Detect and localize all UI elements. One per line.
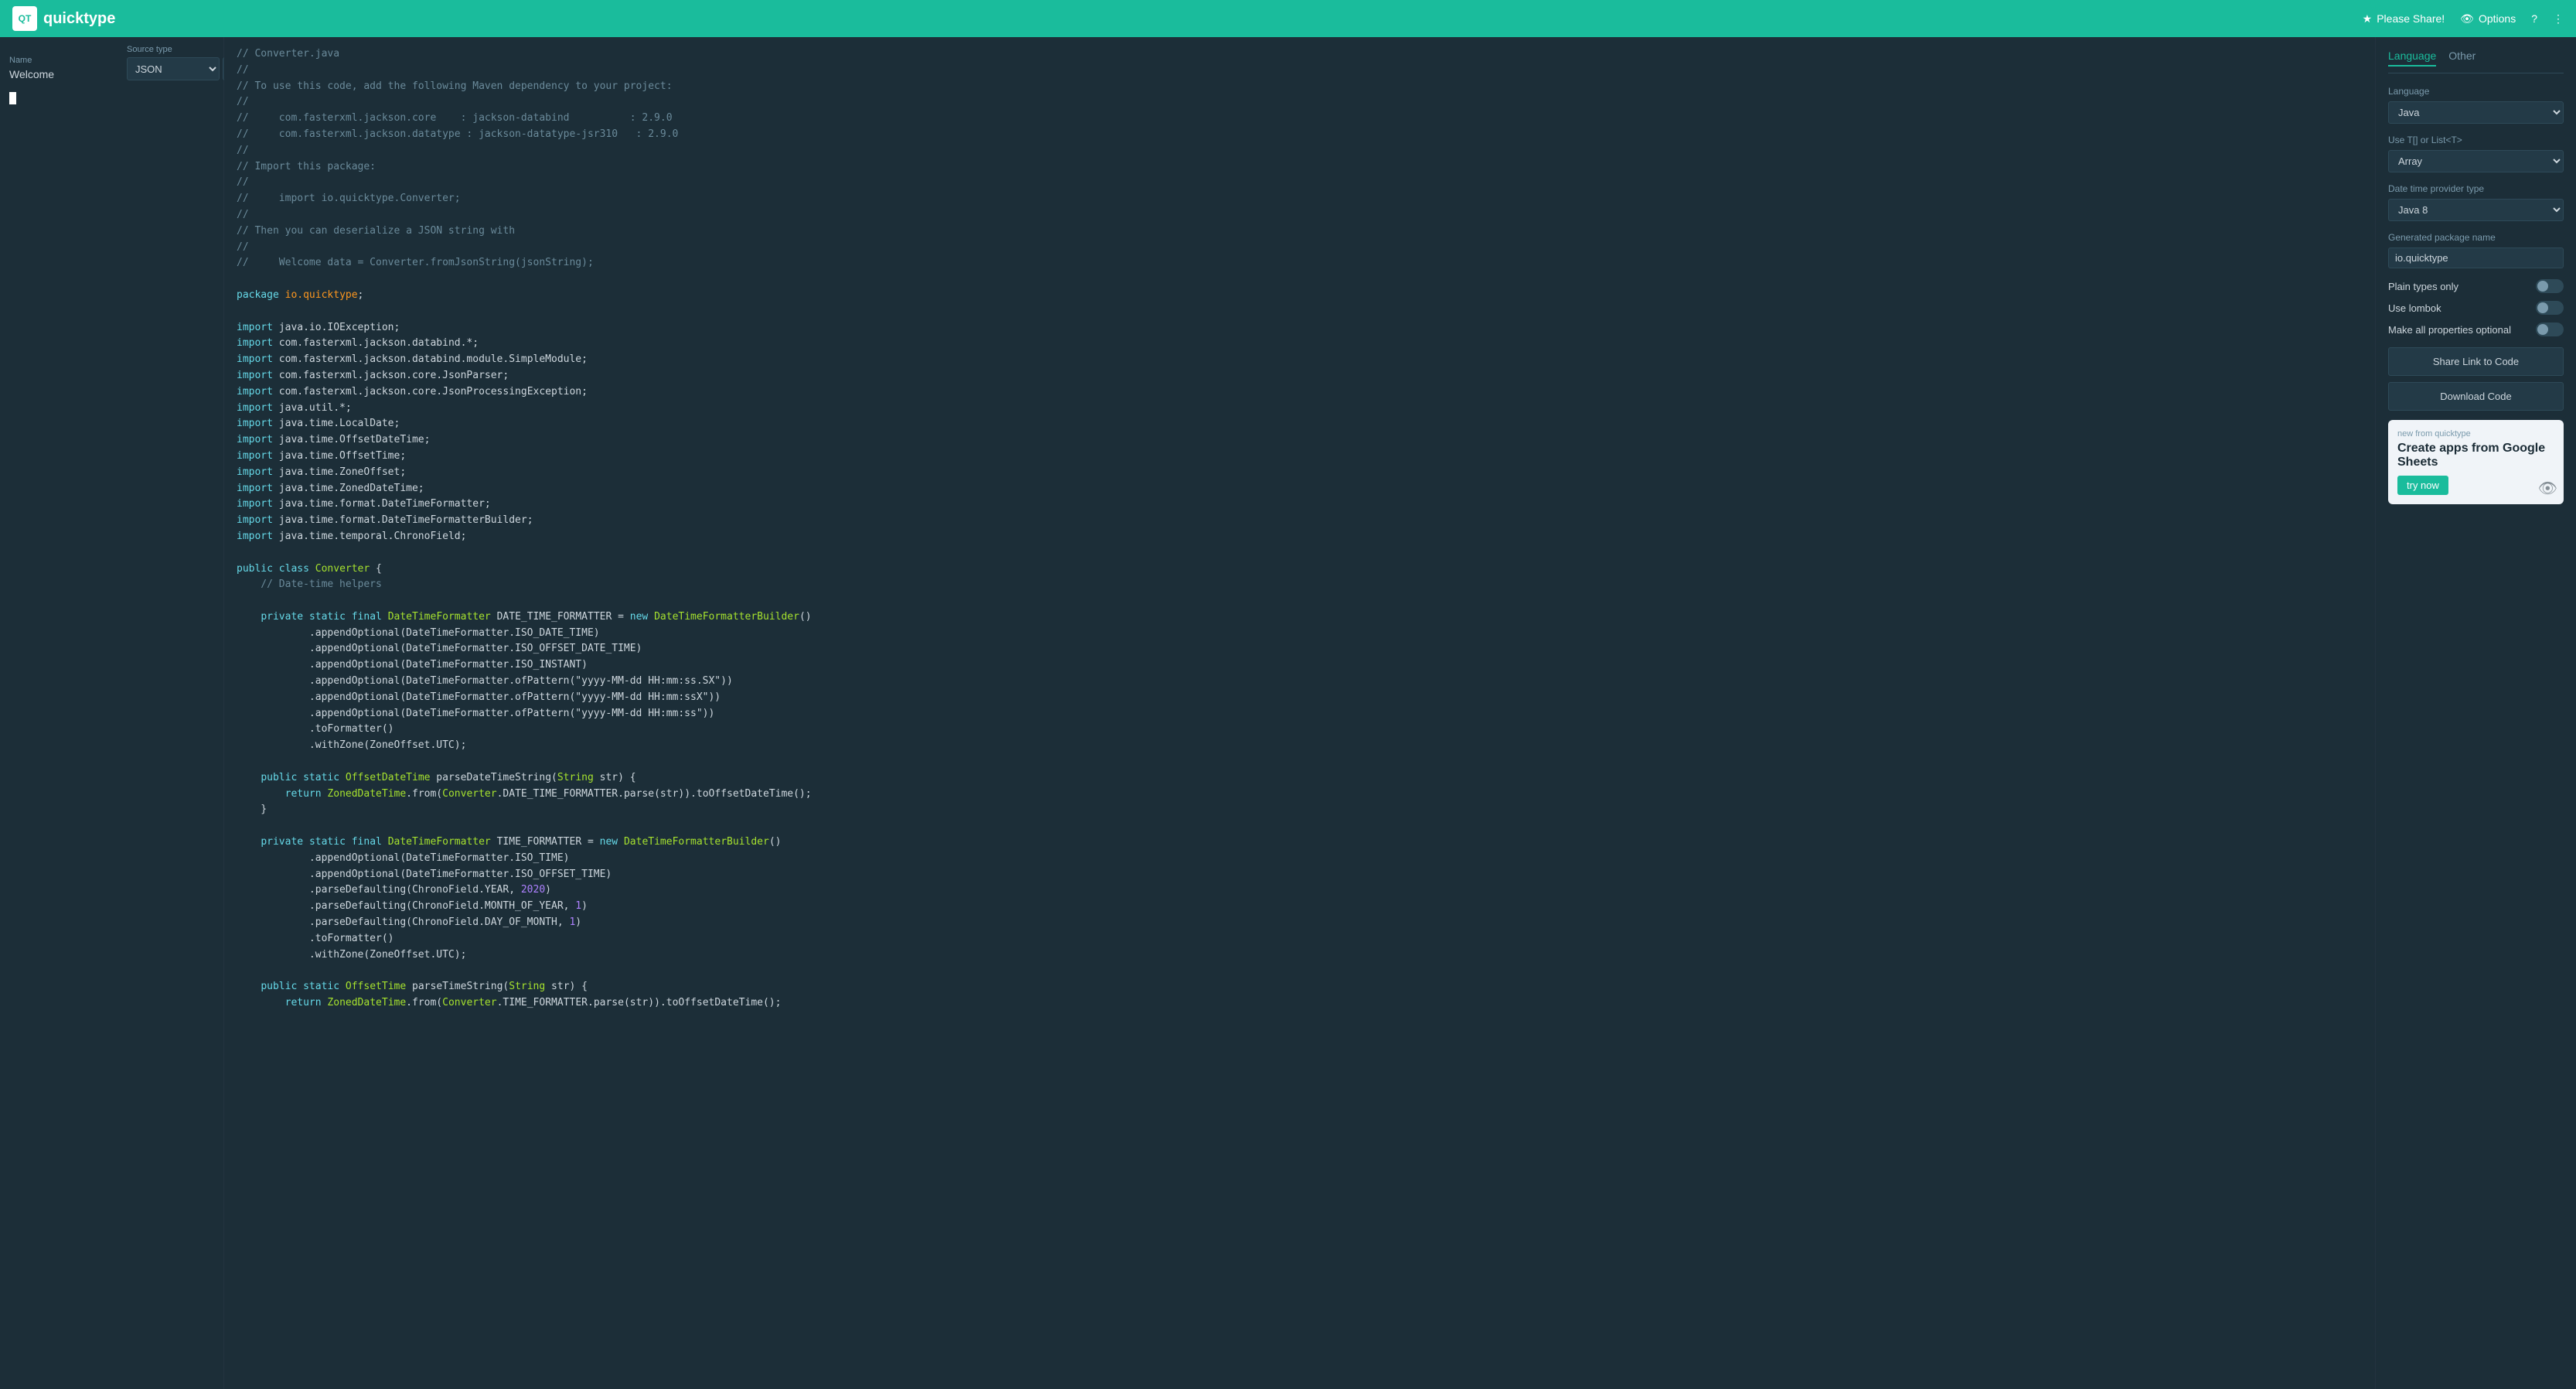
- use-lombok-row: Use lombok: [2388, 301, 2564, 315]
- package-input[interactable]: [2388, 247, 2564, 268]
- toggles-section: Plain types only Use lombok Make all pro…: [2388, 279, 2564, 336]
- make-optional-knob: [2537, 324, 2548, 335]
- code-panel: // Converter.java // // To use this code…: [224, 37, 2375, 1389]
- panel-tabs: Language Other: [2388, 49, 2564, 73]
- make-optional-label: Make all properties optional: [2388, 324, 2511, 336]
- plain-types-toggle[interactable]: [2536, 279, 2564, 293]
- ad-try-button[interactable]: try now: [2397, 476, 2448, 495]
- source-type-select[interactable]: JSON JSON Schema TypeScript GraphQL: [127, 57, 220, 80]
- datetime-select[interactable]: Java 8 Joda: [2388, 199, 2564, 221]
- use-t-label: Use T[] or List<T>: [2388, 135, 2564, 145]
- header-left: QT quicktype: [12, 6, 115, 31]
- datetime-section: Date time provider type Java 8 Joda: [2388, 183, 2564, 221]
- plain-types-row: Plain types only: [2388, 279, 2564, 293]
- use-lombok-toggle[interactable]: [2536, 301, 2564, 315]
- download-button[interactable]: Download Code: [2388, 382, 2564, 411]
- right-panel: Language Other Language Java TypeScript …: [2375, 37, 2576, 1389]
- package-label: Generated package name: [2388, 232, 2564, 243]
- help-button[interactable]: ?: [2531, 12, 2537, 25]
- star-icon: ★: [2363, 12, 2373, 26]
- language-label: Language: [2388, 86, 2564, 97]
- left-panel: Name Source type JSON JSON Schema TypeSc…: [0, 37, 224, 1389]
- logo-text: quicktype: [43, 10, 115, 28]
- code-output: // Converter.java // // To use this code…: [237, 46, 2363, 1012]
- language-select[interactable]: Java TypeScript Swift C# Go Python Kotli…: [2388, 101, 2564, 124]
- question-icon: ?: [2531, 12, 2537, 25]
- ad-eye-icon: 👁: [2538, 479, 2557, 498]
- share-link-button[interactable]: Share Link to Code: [2388, 347, 2564, 376]
- share-button[interactable]: ★ Please Share!: [2363, 12, 2445, 26]
- json-editor[interactable]: [0, 85, 223, 1389]
- options-button[interactable]: 👁 Options: [2460, 12, 2516, 26]
- use-lombok-knob: [2537, 302, 2548, 313]
- use-t-section: Use T[] or List<T> Array List: [2388, 135, 2564, 172]
- logo-icon: QT: [12, 6, 37, 31]
- tab-other[interactable]: Other: [2448, 49, 2475, 67]
- plain-types-label: Plain types only: [2388, 281, 2458, 292]
- language-section: Language Java TypeScript Swift C# Go Pyt…: [2388, 86, 2564, 124]
- header: QT quicktype ★ Please Share! 👁 Options ?…: [0, 0, 2576, 37]
- eye-icon: 👁: [2460, 12, 2474, 26]
- menu-icon: ⋮: [2553, 12, 2564, 26]
- header-right: ★ Please Share! 👁 Options ? ⋮: [2363, 12, 2564, 26]
- name-input[interactable]: [9, 68, 118, 80]
- make-optional-toggle[interactable]: [2536, 323, 2564, 336]
- use-lombok-label: Use lombok: [2388, 302, 2441, 314]
- plain-types-knob: [2537, 281, 2548, 292]
- make-optional-row: Make all properties optional: [2388, 323, 2564, 336]
- use-t-select[interactable]: Array List: [2388, 150, 2564, 172]
- main-layout: Name Source type JSON JSON Schema TypeSc…: [0, 37, 2576, 1389]
- left-panel-header: Name Source type JSON JSON Schema TypeSc…: [0, 37, 223, 85]
- name-field-group: Name: [9, 56, 118, 80]
- name-label: Name: [9, 56, 118, 65]
- ad-banner: new from quicktype Create apps from Goog…: [2388, 420, 2564, 504]
- cursor: [9, 92, 16, 104]
- ad-label: new from quicktype: [2397, 429, 2554, 439]
- menu-button[interactable]: ⋮: [2553, 12, 2564, 26]
- ad-title: Create apps from Google Sheets: [2397, 442, 2554, 469]
- package-section: Generated package name: [2388, 232, 2564, 268]
- tab-language[interactable]: Language: [2388, 49, 2436, 67]
- datetime-label: Date time provider type: [2388, 183, 2564, 194]
